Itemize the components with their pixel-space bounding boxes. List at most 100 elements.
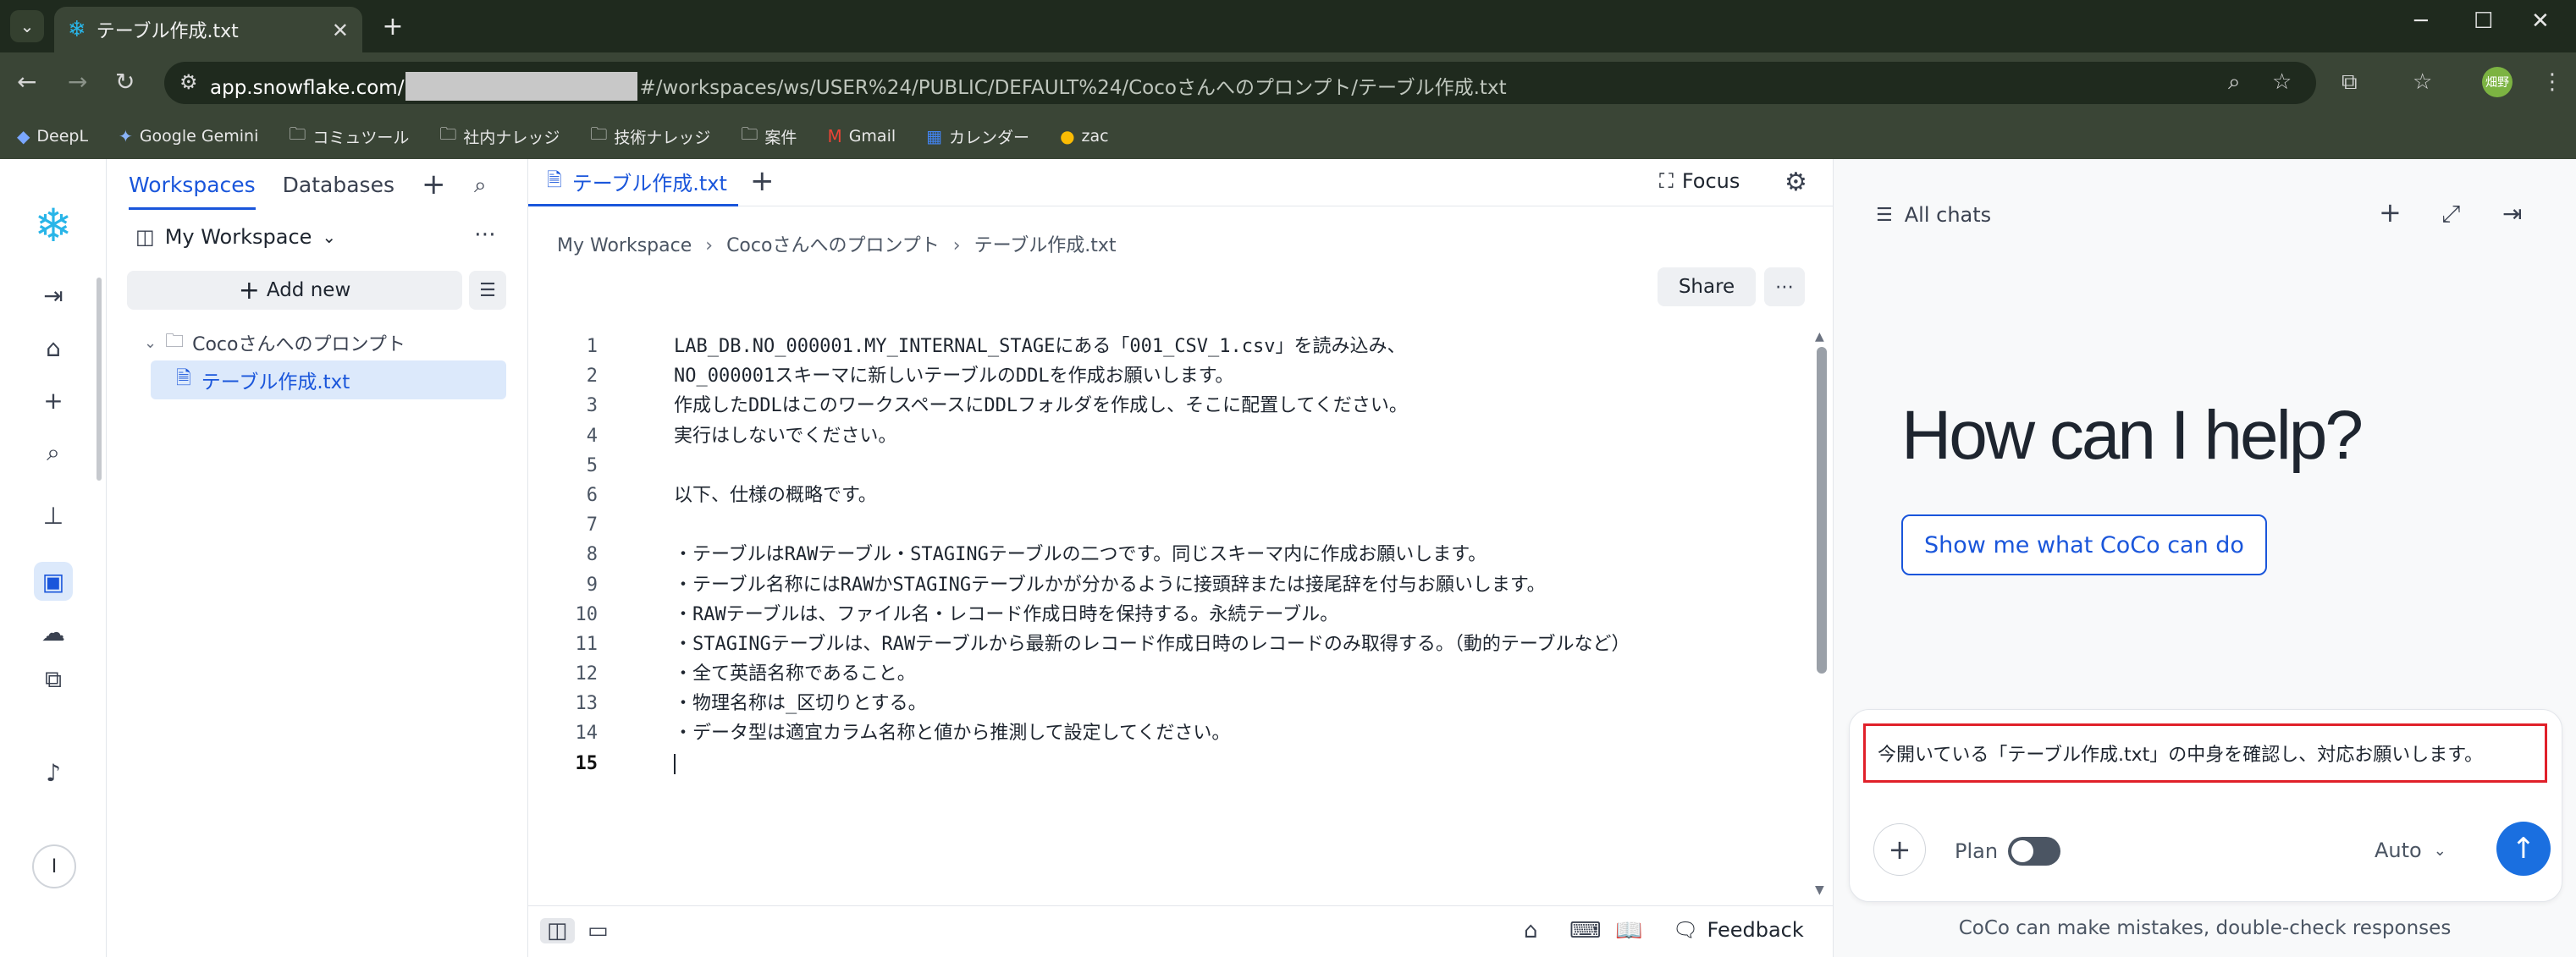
tab-search-button[interactable]: ⌄ <box>10 10 44 42</box>
plan-toggle[interactable]: Plan <box>1955 837 2061 866</box>
code-line[interactable]: 9 ・テーブル名称にはRAWかSTAGINGテーブルかが分かるように接頭辞または接… <box>528 570 1798 600</box>
notifications-bell-icon[interactable]: ♪ <box>34 753 73 792</box>
bookmark-folder-tools[interactable]: 🗀 コミュツール <box>289 122 409 151</box>
chevron-down-icon: ⌄ <box>322 227 337 247</box>
toggle-panel-icon[interactable]: ▭ <box>587 918 609 943</box>
snowflake-logo-icon[interactable]: ❄ <box>28 199 79 252</box>
attach-plus-icon[interactable]: + <box>1873 823 1926 876</box>
home-icon[interactable]: ⌂ <box>1524 918 1538 943</box>
bookmark-folder-internal[interactable]: 🗀 社内ナレッジ <box>439 122 560 151</box>
workspace-selector[interactable]: ◫ My Workspace ⌄ <box>135 225 336 249</box>
keyboard-icon[interactable]: ⌨ <box>1569 918 1602 943</box>
bookmark-folder-tech[interactable]: 🗀 技術ナレッジ <box>590 122 710 151</box>
code-line[interactable]: 4 実行はしないでください。 <box>528 421 1798 451</box>
explorer-search-icon[interactable]: ⌕ <box>474 173 487 199</box>
code-line[interactable]: 5 <box>528 451 1798 481</box>
new-chat-icon[interactable]: + <box>2379 196 2402 228</box>
code-line[interactable]: 8 ・テーブルはRAWテーブル・STAGINGテーブルの二つです。同じスキーマ内に… <box>528 540 1798 569</box>
bookmark-zac[interactable]: ● zac <box>1060 126 1109 146</box>
nav-scrollbar[interactable] <box>97 278 102 481</box>
code-line[interactable]: 15 <box>528 749 1798 778</box>
show-capabilities-button[interactable]: Show me what CoCo can do <box>1901 514 2267 575</box>
model-selector[interactable]: Auto ⌄ <box>2375 839 2446 862</box>
add-new-button[interactable]: + Add new <box>127 271 462 310</box>
collapse-nav-icon[interactable]: ⇥ <box>34 276 73 315</box>
send-arrow-icon[interactable]: ↑ <box>2496 822 2551 876</box>
focus-button[interactable]: ⛶ Focus <box>1659 169 1740 193</box>
code-editor[interactable]: 1 LAB_DB.NO_000001.MY_INTERNAL_STAGEにある「0… <box>528 332 1798 778</box>
bookmark-deepl[interactable]: ◆ DeepL <box>17 126 88 146</box>
profile-avatar[interactable]: 畑野 <box>2482 67 2513 97</box>
code-line[interactable]: 12 ・全て英語名称であること。 <box>528 659 1798 689</box>
toggle-sidebar-icon[interactable]: ◫ <box>540 918 575 943</box>
data-upload-icon[interactable]: ☁ <box>34 613 73 652</box>
code-line[interactable]: 7 <box>528 510 1798 540</box>
all-chats-button[interactable]: ☰ All chats <box>1876 203 1991 227</box>
code-line[interactable]: 10 ・RAWテーブルは、ファイル名・レコード作成日時を保持する。永続テーブル。 <box>528 600 1798 630</box>
new-editor-tab-icon[interactable]: + <box>750 164 775 198</box>
editor-scrollbar[interactable] <box>1817 347 1827 674</box>
code-line[interactable]: 11 ・STAGINGテーブルは、RAWテーブルから最新のレコード作成日時のレコー… <box>528 630 1798 659</box>
bookmark-star-icon[interactable]: ☆ <box>2272 69 2292 95</box>
zoom-icon[interactable]: ⌕ <box>2228 69 2241 96</box>
browser-menu-icon[interactable]: ⋮ <box>2541 69 2563 95</box>
reload-icon[interactable]: ↻ <box>115 68 135 96</box>
code-line[interactable]: 6 以下、仕様の概略です。 <box>528 481 1798 510</box>
forward-icon[interactable]: → <box>68 68 87 96</box>
scroll-down-icon[interactable]: ▼ <box>1815 883 1824 897</box>
tree-file-selected[interactable]: 🗎 テーブル作成.txt <box>151 360 506 399</box>
redacted-region <box>405 71 638 101</box>
bookmark-folder-projects[interactable]: 🗀 案件 <box>741 122 797 151</box>
plan-switch[interactable] <box>2008 837 2061 866</box>
maximize-window-icon[interactable]: ☐ <box>2474 8 2493 34</box>
code-line[interactable]: 13 ・物理名称は_区切りとする。 <box>528 689 1798 718</box>
address-bar[interactable]: ⚙ app.snowflake.com/ #/workspaces/ws/USER… <box>164 62 2316 104</box>
home-icon[interactable]: ⌂ <box>34 328 73 367</box>
tab-workspaces[interactable]: Workspaces <box>129 173 256 210</box>
projects-icon[interactable]: ⧉ <box>34 660 73 699</box>
scroll-up-icon[interactable]: ▲ <box>1815 330 1824 344</box>
gear-icon[interactable]: ⚙ <box>1784 168 1807 197</box>
create-icon[interactable]: + <box>34 381 73 420</box>
bookmark-calendar[interactable]: ▦ カレンダー <box>926 125 1029 148</box>
expand-icon[interactable]: ⤢ <box>2441 200 2460 228</box>
folder-icon: 🗀 <box>289 124 306 144</box>
extensions-icon[interactable]: ⧉ <box>2342 69 2358 96</box>
chat-prompt-input[interactable]: 今開いている「テーブル作成.txt」の中身を確認し、対応お願いします。 <box>1863 723 2547 783</box>
tree-folder[interactable]: ⌄ 🗀 Cocoさんへのプロンプト <box>144 327 405 359</box>
breadcrumb-item[interactable]: Cocoさんへのプロンプト <box>726 235 940 256</box>
editor-tab-active[interactable]: 🗎 テーブル作成.txt <box>528 159 738 206</box>
workspace-more-icon[interactable]: ⋯ <box>474 222 496 247</box>
editor-tab-bar: 🗎 テーブル作成.txt + ⛶ Focus ⚙ <box>528 159 1834 206</box>
breadcrumb-item[interactable]: My Workspace <box>557 235 692 256</box>
close-tab-icon[interactable]: ✕ <box>332 19 349 42</box>
bookmark-gemini[interactable]: ✦ Google Gemini <box>119 126 258 146</box>
bookmarks-star-icon[interactable]: ☆ <box>2413 69 2432 95</box>
docs-book-icon[interactable]: 📖 <box>1615 918 1642 943</box>
code-line[interactable]: 14 ・データ型は適宜カラム名称と値から推測して設定してください。 <box>528 718 1798 748</box>
tab-databases[interactable]: Databases <box>283 173 394 210</box>
code-line[interactable]: 2 NO_000001スキーマに新しいテーブルのDDLを作成お願いします。 <box>528 361 1798 391</box>
browser-tab-active[interactable]: ❄ テーブル作成.txt ✕ <box>54 7 362 52</box>
gemini-icon: ✦ <box>119 126 133 146</box>
breadcrumb: My Workspace › Cocoさんへのプロンプト › テーブル作成.txt <box>557 230 1117 257</box>
pin-icon[interactable]: ⊥ <box>34 496 73 535</box>
editor-more-icon[interactable]: ⋯ <box>1764 267 1805 306</box>
new-tab-button[interactable]: + <box>376 10 410 42</box>
line-text: 実行はしないでください。 <box>674 425 897 447</box>
code-line[interactable]: 1 LAB_DB.NO_000001.MY_INTERNAL_STAGEにある「0… <box>528 332 1798 361</box>
code-line[interactable]: 3 作成したDDLはこのワークスペースにDDLフォルダを作成し、そこに配置してくだ… <box>528 391 1798 421</box>
close-window-icon[interactable]: ✕ <box>2531 8 2550 34</box>
sort-filter-button[interactable]: ☰ <box>469 271 506 310</box>
feedback-button[interactable]: 🗨 Feedback <box>1673 918 1804 942</box>
back-icon[interactable]: ← <box>17 68 36 96</box>
bookmark-gmail[interactable]: M Gmail <box>827 126 896 146</box>
add-icon[interactable]: + <box>422 168 446 201</box>
close-panel-icon[interactable]: ⇥ <box>2502 200 2522 228</box>
share-button[interactable]: Share <box>1658 267 1756 306</box>
site-info-icon[interactable]: ⚙ <box>179 70 198 94</box>
search-icon[interactable]: ⌕ <box>34 433 73 472</box>
minimize-window-icon[interactable]: ─ <box>2414 8 2428 34</box>
workspaces-nav-icon[interactable]: ▣ <box>34 562 73 601</box>
user-avatar[interactable]: I <box>32 844 76 888</box>
